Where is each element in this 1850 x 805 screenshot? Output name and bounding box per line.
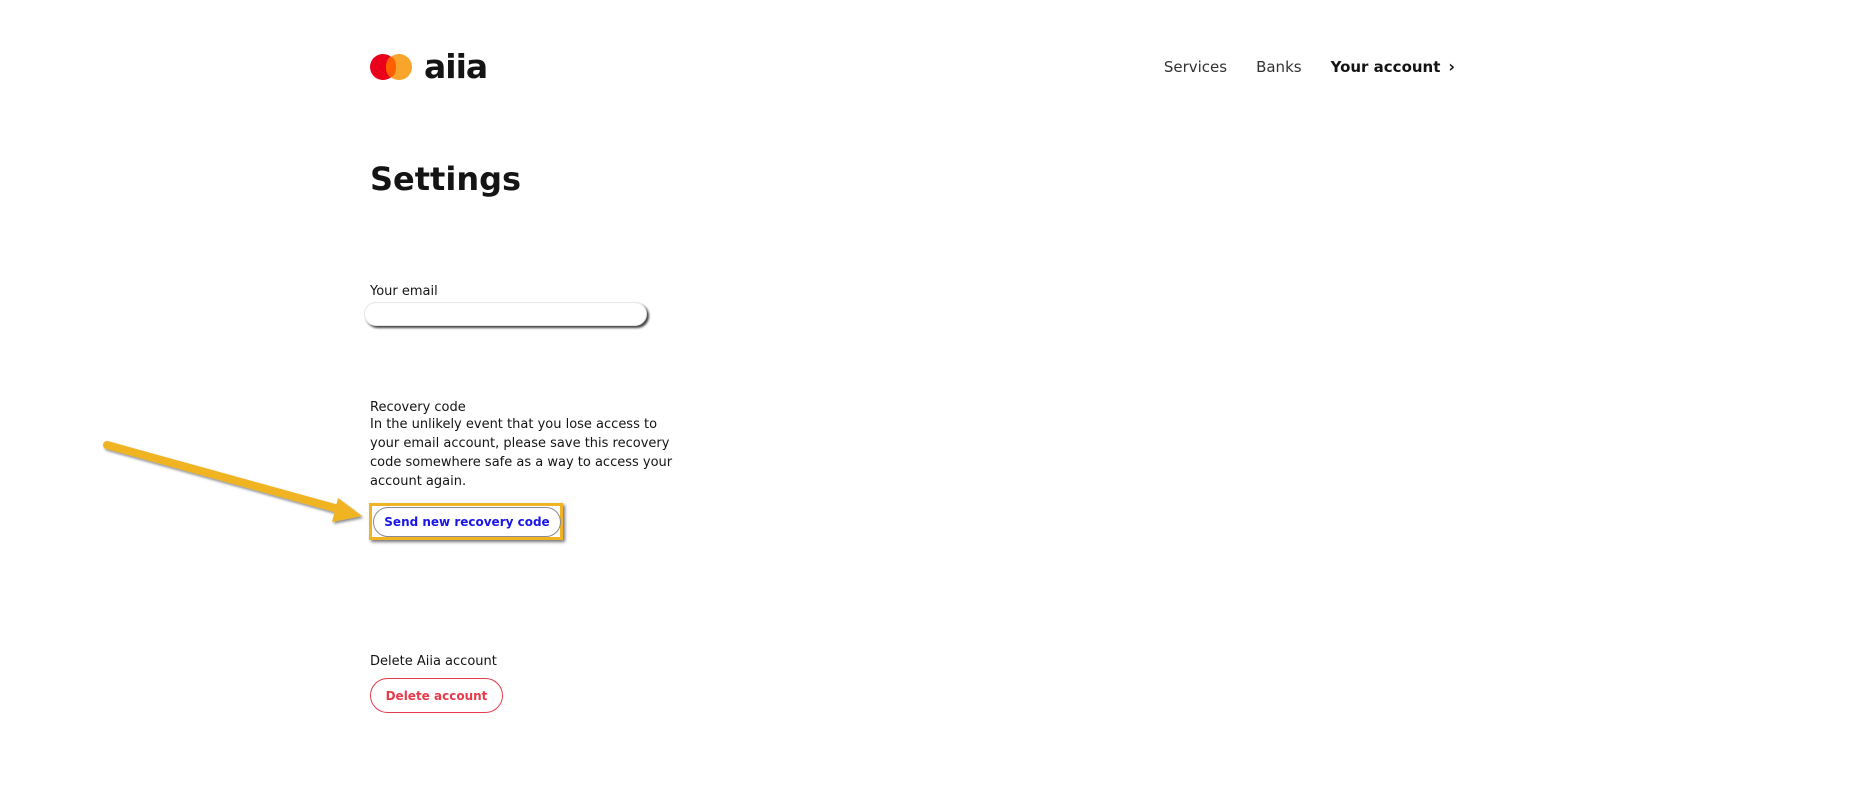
recovery-code-description: In the unlikely event that you lose acce… <box>370 417 673 489</box>
delete-account-button[interactable]: Delete account <box>370 678 503 713</box>
email-label: Your email <box>370 284 438 299</box>
aiia-logo[interactable]: aiia <box>370 47 488 86</box>
delete-account-label: Delete Aiia account <box>370 654 497 669</box>
email-field[interactable] <box>364 302 647 326</box>
top-nav: Services Banks Your account › <box>1164 58 1455 76</box>
page: aiia Services Banks Your account › Setti… <box>0 0 1850 805</box>
send-new-recovery-code-button[interactable]: Send new recovery code <box>373 507 561 537</box>
nav-your-account-label: Your account <box>1330 58 1441 76</box>
mastercard-circles-icon <box>370 53 414 81</box>
recovery-code-label: Recovery code <box>370 400 466 415</box>
nav-services-link[interactable]: Services <box>1164 58 1227 76</box>
nav-your-account-link[interactable]: Your account › <box>1331 58 1455 76</box>
logo-text: aiia <box>424 47 488 86</box>
page-title: Settings <box>370 160 522 198</box>
arrow-icon <box>103 441 362 522</box>
chevron-right-icon: › <box>1448 57 1455 76</box>
nav-banks-link[interactable]: Banks <box>1256 58 1302 76</box>
